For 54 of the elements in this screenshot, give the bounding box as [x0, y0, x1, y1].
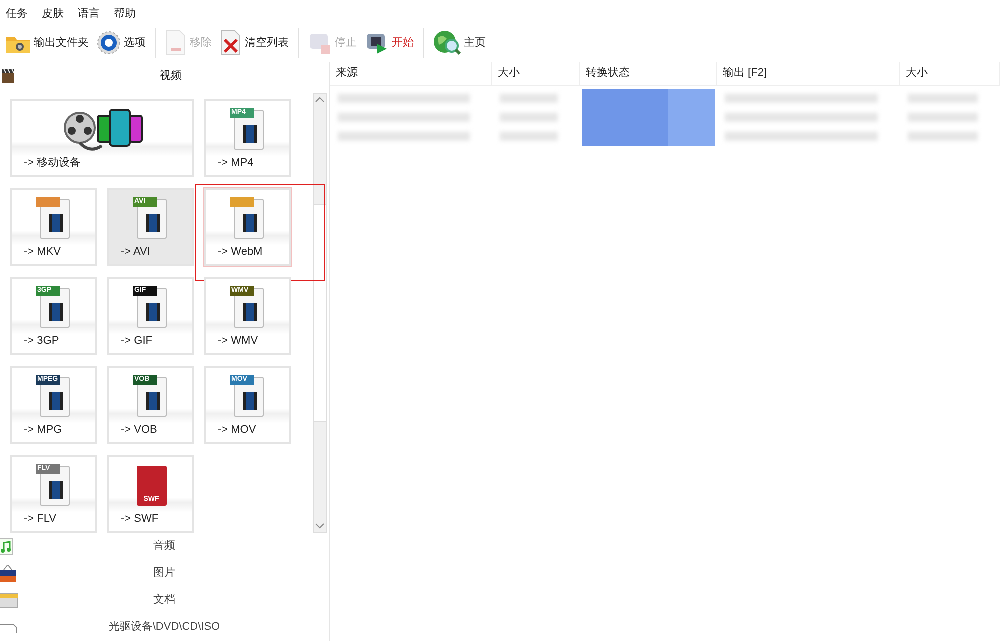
- tile-label: -> 移动设备: [23, 156, 82, 170]
- tile-label: -> VOB: [120, 422, 158, 438]
- toolbar-button[interactable]: 开始: [363, 27, 416, 59]
- document-minus-icon: [165, 30, 187, 56]
- category-item[interactable]: 音频: [0, 538, 329, 555]
- format-tile[interactable]: -> MKV: [10, 188, 97, 266]
- toolbar-button[interactable]: 选项: [95, 27, 148, 59]
- column-header[interactable]: 转换状态: [580, 62, 717, 85]
- drive-icon: [0, 622, 18, 632]
- blurred-text: [908, 113, 978, 122]
- blurred-text: [500, 113, 558, 122]
- tile-label: -> MPG: [23, 422, 64, 438]
- film-clapper-icon: [1, 68, 15, 84]
- format-tile[interactable]: -> WebM: [204, 188, 291, 266]
- format-tile[interactable]: -> 移动设备: [10, 99, 194, 177]
- tile-label: -> 3GP: [23, 334, 60, 348]
- menu-item[interactable]: 语言: [78, 6, 100, 22]
- globe-magnifier-icon: [433, 30, 461, 56]
- music-note-icon: [0, 538, 14, 556]
- toolbar-button[interactable]: 清空列表: [218, 27, 291, 59]
- category-item[interactable]: 图片: [0, 565, 329, 582]
- gear-icon: [97, 31, 121, 55]
- tile-label: -> FLV: [23, 512, 58, 526]
- toolbar-button[interactable]: 输出文件夹: [3, 27, 91, 59]
- film-stop-icon: [308, 31, 332, 55]
- column-header[interactable]: 大小: [900, 62, 1000, 85]
- tile-label: -> WebM: [217, 244, 264, 260]
- menu-item[interactable]: 皮肤: [42, 6, 64, 22]
- tile-label: -> SWF: [120, 512, 160, 526]
- scrollbar[interactable]: [313, 93, 327, 533]
- tile-label: -> WMV: [217, 334, 260, 348]
- column-header[interactable]: 输出 [F2]: [717, 62, 900, 85]
- film-play-icon: [365, 31, 389, 55]
- tile-label: -> MKV: [23, 244, 62, 260]
- blurred-text: [908, 132, 978, 141]
- sunset-picture-icon: [0, 564, 16, 582]
- video-file-icon: [40, 376, 70, 417]
- blurred-text: [500, 132, 558, 141]
- tile-label: -> GIF: [120, 334, 154, 348]
- category-item[interactable]: 光驱设备\DVD\CD\ISO: [0, 619, 329, 636]
- menu-item[interactable]: 帮助: [114, 6, 136, 22]
- menu-item[interactable]: 任务: [6, 6, 28, 22]
- toolbar-button[interactable]: 主页: [431, 27, 488, 59]
- tile-label: -> AVI: [120, 244, 152, 260]
- tile-label: -> MOV: [217, 422, 258, 438]
- blurred-text: [500, 94, 558, 103]
- column-header[interactable]: 大小: [492, 62, 580, 85]
- folder-icon: [0, 592, 18, 608]
- tile-label: -> MP4: [217, 156, 255, 170]
- section-title[interactable]: 视频: [160, 68, 182, 84]
- blurred-text: [908, 94, 978, 103]
- document-cross-icon: [220, 30, 242, 56]
- column-header[interactable]: 来源: [330, 62, 492, 85]
- category-item[interactable]: 文档: [0, 592, 329, 609]
